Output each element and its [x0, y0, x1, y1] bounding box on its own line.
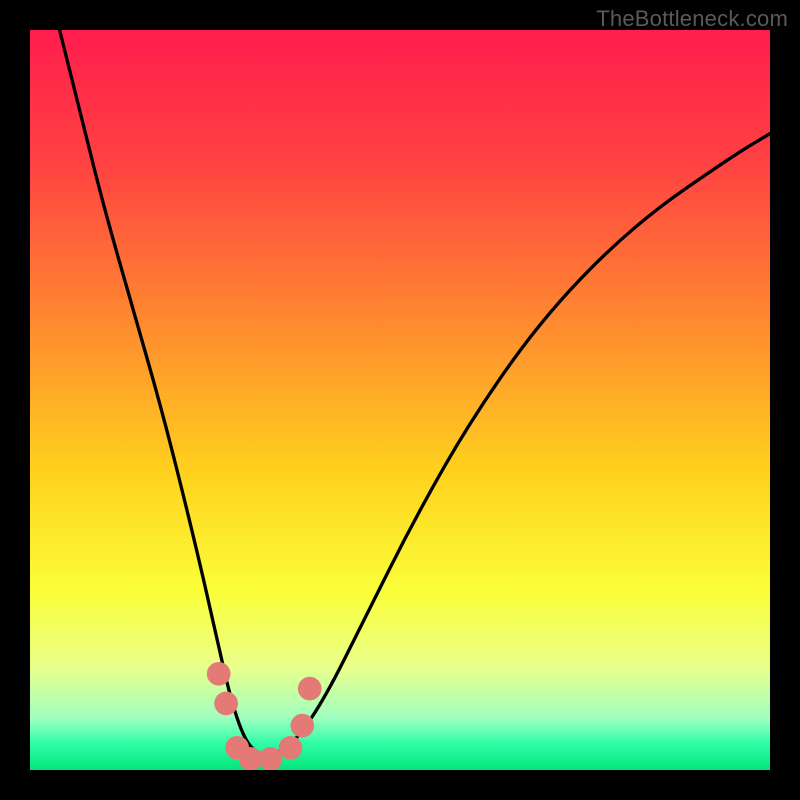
watermark-text: TheBottleneck.com [596, 6, 788, 32]
data-marker [259, 747, 283, 770]
data-marker [279, 736, 303, 760]
bottleneck-curve [30, 30, 770, 770]
data-marker [298, 677, 322, 701]
data-marker [207, 662, 231, 686]
data-marker [214, 692, 238, 716]
plot-area [30, 30, 770, 770]
data-marker [290, 714, 314, 738]
